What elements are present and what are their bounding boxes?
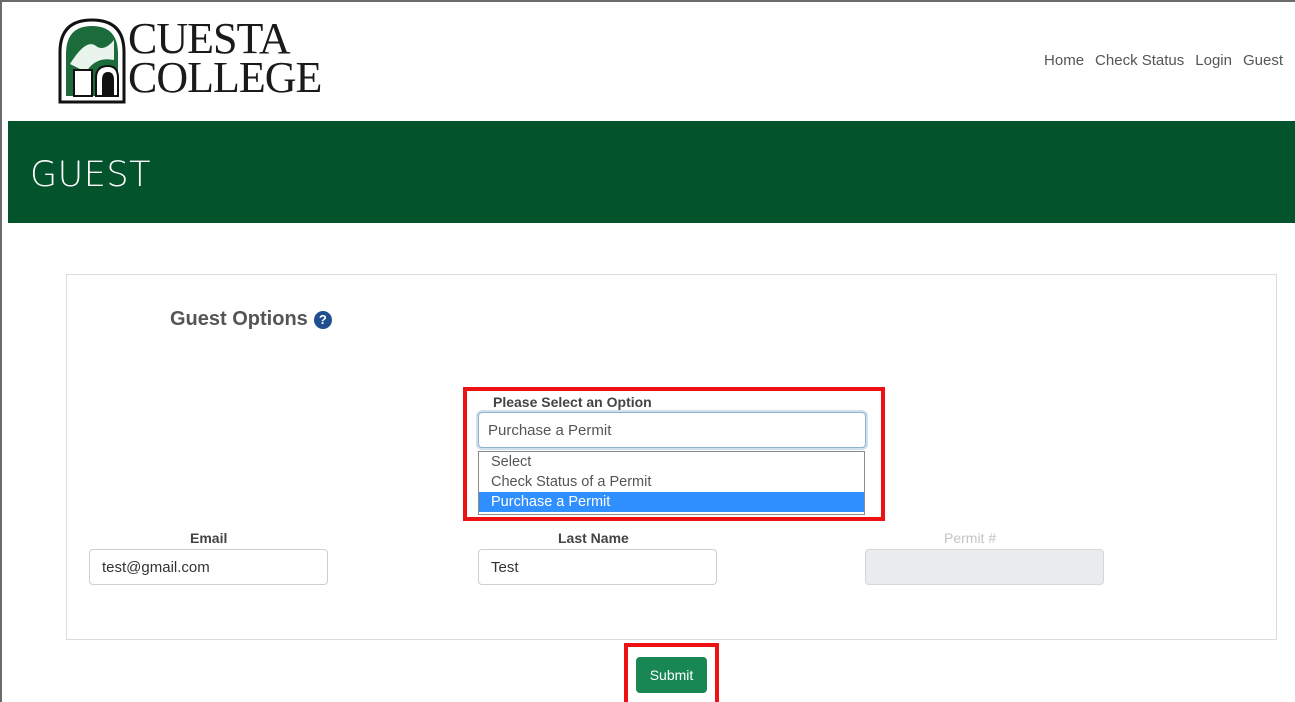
last-name-field-value: Test [491,558,519,576]
highlight-box-select [463,387,885,521]
email-label: Email [190,530,228,546]
nav-guest-link[interactable]: Guest [1243,52,1283,69]
logo-line-2: COLLEGE [128,52,322,102]
page-title: GUEST [30,155,151,195]
email-field-value: test@gmail.com [102,558,210,576]
nav-home-link[interactable]: Home [1044,52,1084,69]
nav-check-status-link[interactable]: Check Status [1095,52,1184,69]
page-banner: GUEST [8,121,1295,223]
college-logo-text: CUESTA COLLEGE [128,17,322,102]
nav-login-link[interactable]: Login [1195,52,1232,69]
last-name-field[interactable]: Test [478,549,717,585]
last-name-label: Last Name [558,530,629,546]
help-icon[interactable]: ? [313,310,332,329]
permit-field [865,549,1104,585]
top-nav: Home Check Status Login Guest [1044,52,1283,69]
permit-label: Permit # [944,530,997,546]
email-field[interactable]: test@gmail.com [89,549,328,585]
highlight-box-submit [624,643,719,702]
card-title-text: Guest Options [170,308,308,330]
card-title: Guest Options ? [170,308,332,331]
